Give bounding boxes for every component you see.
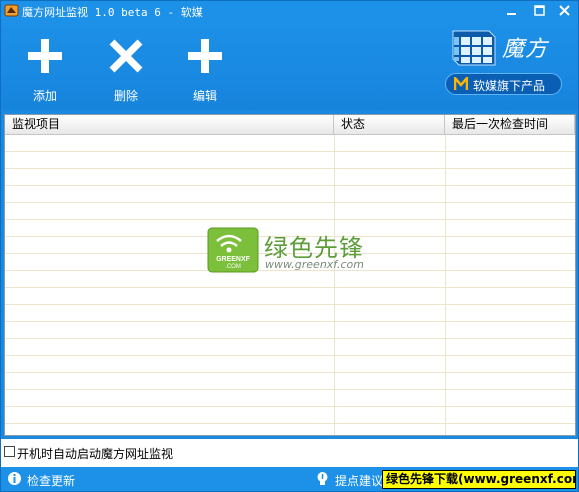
maximize-icon <box>534 5 545 16</box>
table-row <box>5 288 575 305</box>
plus-icon <box>28 39 62 73</box>
lightbulb-icon <box>317 472 328 485</box>
download-site-banner: 绿色先锋下载(www.greenxf.com) <box>382 470 576 489</box>
column-header-status[interactable]: 状态 <box>334 115 445 134</box>
column-header-last-check[interactable]: 最后一次检查时间 <box>445 115 575 134</box>
table-row <box>5 135 575 152</box>
table-row <box>5 305 575 322</box>
delete-label: 删除 <box>113 89 138 103</box>
checkbox-box[interactable] <box>4 446 15 457</box>
table-row <box>5 322 575 339</box>
greenxf-logo-icon: GREENXF .COM <box>207 227 259 273</box>
table-row <box>5 373 575 390</box>
app-window: 魔方网址监视 1.0 beta 6 - 软媒 添加 删除 编辑 魔方 软媒旗下产… <box>0 0 579 492</box>
table-row <box>5 203 575 220</box>
rubik-cube-icon <box>452 30 496 66</box>
add-button[interactable]: 添加 <box>17 37 73 103</box>
brand-name: 魔方 <box>502 37 549 62</box>
edit-button[interactable]: 编辑 <box>177 37 233 103</box>
x-icon <box>109 39 143 73</box>
svg-text:.COM: .COM <box>225 264 241 270</box>
ruanmei-logo-icon <box>454 77 468 90</box>
svg-text:GREENXF: GREENXF <box>216 256 251 263</box>
delete-button[interactable]: 删除 <box>98 37 154 103</box>
edit-label: 编辑 <box>192 89 217 103</box>
suggest-label: 提点建议 <box>335 474 384 488</box>
brand-product-link[interactable]: 软媒旗下产品 <box>445 73 562 95</box>
table-row <box>5 339 575 356</box>
brand-pill-text: 软媒旗下产品 <box>473 79 546 93</box>
monitor-table[interactable]: 监视项目 状态 最后一次检查时间 <box>4 114 576 436</box>
minimize-icon <box>507 13 516 15</box>
column-header-monitor-item[interactable]: 监视项目 <box>5 115 334 134</box>
info-icon <box>8 472 21 485</box>
table-row <box>5 186 575 203</box>
plus-icon <box>188 39 222 73</box>
table-header: 监视项目 状态 最后一次检查时间 <box>5 115 575 135</box>
column-divider <box>445 135 446 435</box>
table-row <box>5 407 575 424</box>
app-icon <box>4 4 19 17</box>
table-row <box>5 152 575 169</box>
title-bar[interactable]: 魔方网址监视 1.0 beta 6 - 软媒 <box>1 1 578 21</box>
table-body <box>5 135 575 435</box>
close-button[interactable] <box>553 3 577 19</box>
window-title: 魔方网址监视 1.0 beta 6 - 软媒 <box>22 6 203 19</box>
toolbar: 添加 删除 编辑 魔方 软媒旗下产品 <box>1 21 578 110</box>
column-divider <box>334 135 335 435</box>
table-row <box>5 390 575 407</box>
table-row <box>5 169 575 186</box>
watermark-url: www.greenxf.com <box>265 258 364 271</box>
table-row <box>5 356 575 373</box>
add-label: 添加 <box>32 89 57 103</box>
close-icon <box>559 5 570 16</box>
maximize-button[interactable] <box>527 3 551 19</box>
check-update-label: 检查更新 <box>27 474 76 488</box>
minimize-button[interactable] <box>499 3 523 19</box>
table-row <box>5 271 575 288</box>
autostart-label: 开机时自动启动魔方网址监视 <box>17 447 174 461</box>
